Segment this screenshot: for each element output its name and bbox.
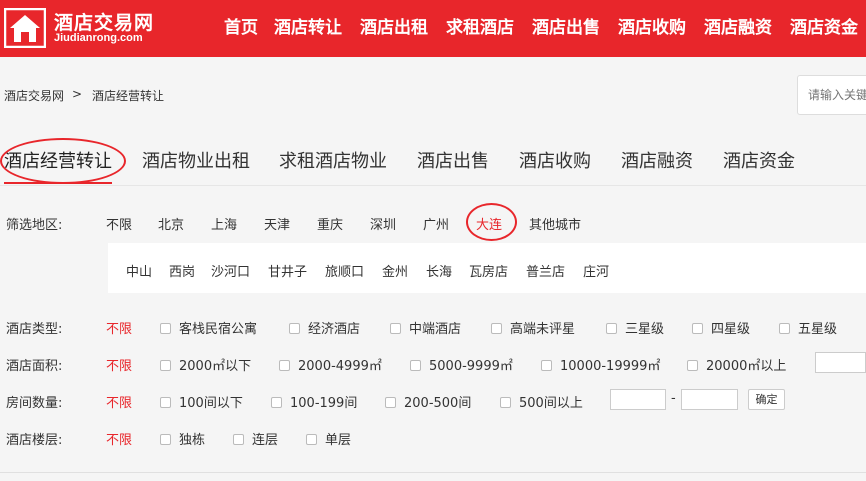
district-option[interactable]: 金州: [382, 261, 408, 280]
rooms-checkbox[interactable]: 200-500间: [385, 392, 471, 411]
area-min-input[interactable]: [815, 352, 866, 373]
logo-title: 酒店交易网: [54, 12, 155, 34]
checkbox-icon[interactable]: [410, 360, 421, 371]
rooms-checkbox[interactable]: 100间以下: [160, 392, 243, 411]
district-option[interactable]: 庄河: [583, 261, 609, 280]
range-separator: -: [671, 391, 676, 406]
area-checkbox[interactable]: 2000-4999㎡: [279, 355, 382, 374]
breadcrumb-current: 酒店经营转让: [92, 89, 165, 103]
region-option-dalian[interactable]: 大连: [476, 214, 502, 233]
region-option-shenzhen[interactable]: 深圳: [370, 214, 396, 233]
district-option[interactable]: 甘井子: [268, 261, 307, 280]
region-option-tianjin[interactable]: 天津: [264, 214, 290, 233]
breadcrumb-home[interactable]: 酒店交易网: [4, 87, 64, 104]
district-option[interactable]: 普兰店: [526, 261, 565, 280]
type-checkbox[interactable]: 五星级: [779, 318, 837, 337]
floors-option-any[interactable]: 不限: [106, 429, 132, 448]
area-checkbox[interactable]: 2000㎡以下: [160, 355, 251, 374]
floors-checkbox[interactable]: 连层: [233, 429, 278, 448]
nav-seek-rent[interactable]: 求租酒店: [446, 0, 514, 57]
active-tab-indicator: [4, 182, 112, 184]
filter-bottom-divider: [0, 472, 866, 473]
area-checkbox[interactable]: 20000㎡以上: [687, 355, 786, 374]
region-filter-label: 筛选地区:: [6, 218, 63, 233]
tab-hotel-sale[interactable]: 酒店出售: [417, 147, 489, 173]
nav-hotel-funds[interactable]: 酒店资金: [790, 0, 858, 57]
tab-property-rent[interactable]: 酒店物业出租: [142, 147, 250, 173]
checkbox-icon[interactable]: [233, 434, 244, 445]
type-checkbox[interactable]: 四星级: [692, 318, 750, 337]
house-logo-icon: [4, 8, 46, 48]
site-logo[interactable]: 酒店交易网 Jiudianrong.com: [4, 6, 154, 50]
search-input[interactable]: [797, 75, 866, 115]
rooms-filter-label: 房间数量:: [6, 396, 63, 411]
area-checkbox[interactable]: 5000-9999㎡: [410, 355, 513, 374]
rooms-min-input[interactable]: [610, 389, 666, 410]
checkbox-icon[interactable]: [390, 323, 401, 334]
nav-home[interactable]: 首页: [224, 0, 258, 57]
rooms-max-input[interactable]: [681, 389, 738, 410]
region-option-shanghai[interactable]: 上海: [211, 214, 237, 233]
tab-hotel-transfer[interactable]: 酒店经营转让: [4, 147, 112, 173]
type-checkbox[interactable]: 高端未评星: [491, 318, 575, 337]
district-option[interactable]: 沙河口: [211, 261, 250, 280]
checkbox-icon[interactable]: [385, 397, 396, 408]
region-option-other[interactable]: 其他城市: [529, 214, 581, 233]
region-option-chongqing[interactable]: 重庆: [317, 214, 343, 233]
nav-hotel-finance[interactable]: 酒店融资: [704, 0, 772, 57]
type-checkbox[interactable]: 中端酒店: [390, 318, 461, 337]
checkbox-icon[interactable]: [692, 323, 703, 334]
checkbox-icon[interactable]: [160, 323, 171, 334]
tab-hotel-finance[interactable]: 酒店融资: [621, 147, 693, 173]
type-filter-label: 酒店类型:: [6, 322, 63, 337]
checkbox-icon[interactable]: [779, 323, 790, 334]
rooms-checkbox[interactable]: 100-199间: [271, 392, 357, 411]
checkbox-icon[interactable]: [279, 360, 290, 371]
tab-hotel-funds[interactable]: 酒店资金: [723, 147, 795, 173]
logo-domain: Jiudianrong.com: [54, 32, 143, 44]
nav-hotel-rent[interactable]: 酒店出租: [360, 0, 428, 57]
area-checkbox[interactable]: 10000-19999㎡: [541, 355, 660, 374]
area-option-any[interactable]: 不限: [106, 355, 132, 374]
checkbox-icon[interactable]: [606, 323, 617, 334]
district-option[interactable]: 瓦房店: [469, 261, 508, 280]
region-option-beijing[interactable]: 北京: [158, 214, 184, 233]
checkbox-icon[interactable]: [541, 360, 552, 371]
checkbox-icon[interactable]: [289, 323, 300, 334]
confirm-button[interactable]: 确定: [748, 389, 785, 410]
type-checkbox[interactable]: 经济酒店: [289, 318, 360, 337]
floors-checkbox[interactable]: 独栋: [160, 429, 205, 448]
breadcrumb-separator: >: [72, 87, 83, 101]
tab-divider: [0, 185, 866, 186]
checkbox-icon[interactable]: [687, 360, 698, 371]
type-checkbox[interactable]: 三星级: [606, 318, 664, 337]
tab-seek-property[interactable]: 求租酒店物业: [279, 147, 387, 173]
district-option[interactable]: 中山: [126, 261, 152, 280]
rooms-checkbox[interactable]: 500间以上: [500, 392, 583, 411]
checkbox-icon[interactable]: [271, 397, 282, 408]
area-filter-label: 酒店面积:: [6, 359, 63, 374]
checkbox-icon[interactable]: [160, 434, 171, 445]
checkbox-icon[interactable]: [500, 397, 511, 408]
district-option[interactable]: 长海: [426, 261, 452, 280]
district-option[interactable]: 西岗: [169, 261, 195, 280]
region-option-guangzhou[interactable]: 广州: [423, 214, 449, 233]
checkbox-icon[interactable]: [160, 360, 171, 371]
type-option-any[interactable]: 不限: [106, 318, 132, 337]
checkbox-icon[interactable]: [491, 323, 502, 334]
nav-hotel-transfer[interactable]: 酒店转让: [274, 0, 342, 57]
type-checkbox[interactable]: 客栈民宿公寓: [160, 318, 257, 337]
floors-filter-label: 酒店楼层:: [6, 433, 63, 448]
nav-hotel-sale[interactable]: 酒店出售: [532, 0, 600, 57]
region-option-any[interactable]: 不限: [106, 214, 132, 233]
checkbox-icon[interactable]: [160, 397, 171, 408]
rooms-option-any[interactable]: 不限: [106, 392, 132, 411]
tab-hotel-acquire[interactable]: 酒店收购: [519, 147, 591, 173]
nav-hotel-acquire[interactable]: 酒店收购: [618, 0, 686, 57]
district-option[interactable]: 旅顺口: [325, 261, 364, 280]
site-header: 酒店交易网 Jiudianrong.com 首页 酒店转让 酒店出租 求租酒店 …: [0, 0, 866, 57]
checkbox-icon[interactable]: [306, 434, 317, 445]
floors-checkbox[interactable]: 单层: [306, 429, 351, 448]
